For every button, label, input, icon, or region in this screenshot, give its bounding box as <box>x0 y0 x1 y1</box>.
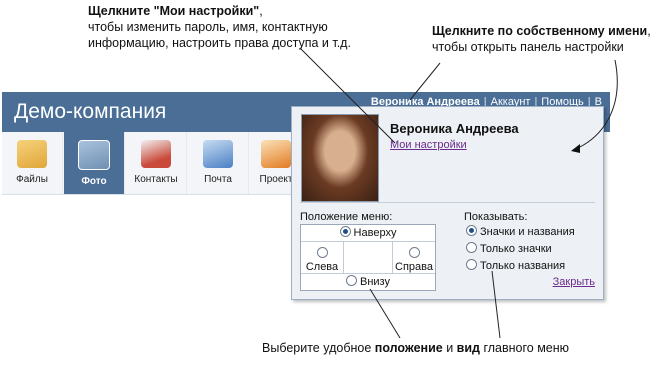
annotation-own-name: Щелкните по собственному имени, чтобы от… <box>432 23 662 55</box>
toolbar-item-contacts[interactable]: Контакты <box>126 132 187 194</box>
position-left-label: Слева <box>305 261 339 273</box>
show-option-label: Значки и названия <box>480 226 575 238</box>
annotation-bold-view: вид <box>456 341 480 355</box>
company-name: Демо-компания <box>14 100 167 123</box>
position-top-option[interactable]: Наверху <box>301 225 435 242</box>
position-top-label: Наверху <box>353 227 397 239</box>
position-right-label: Справа <box>395 261 433 273</box>
main-toolbar: Файлы Фото Контакты Почта Проект <box>2 132 303 195</box>
annotation-my-settings: Щелкните "Мои настройки", чтобы изменить… <box>88 3 398 51</box>
mail-icon <box>203 140 233 168</box>
toolbar-label: Почта <box>204 174 232 185</box>
toolbar-item-files[interactable]: Файлы <box>2 132 63 194</box>
position-bottom-option[interactable]: Внизу <box>301 273 435 290</box>
show-option-icons-only[interactable]: Только значки <box>466 242 552 255</box>
radio-selected-icon[interactable] <box>339 226 351 237</box>
radio-icon[interactable] <box>408 247 420 258</box>
radio-icon[interactable] <box>316 247 328 258</box>
panel-divider <box>300 202 595 203</box>
show-option-names-only[interactable]: Только названия <box>466 259 565 272</box>
contacts-icon <box>141 140 171 168</box>
calendar-icon <box>261 140 291 168</box>
show-option-icons-and-names[interactable]: Значки и названия <box>466 225 575 238</box>
radio-icon[interactable] <box>466 242 477 253</box>
toolbar-item-photo[interactable]: Фото <box>64 132 125 194</box>
annotation-text-1: Выберите удобное <box>262 341 375 355</box>
close-link[interactable]: Закрыть <box>553 276 595 288</box>
menu-position-label: Положение меню: <box>300 211 393 223</box>
annotation-bold-position: положение <box>374 341 443 355</box>
toolbar-label: Контакты <box>134 174 178 185</box>
annotation-own-name-bold: Щелкните по собственному имени <box>432 24 648 38</box>
photo-icon <box>78 140 110 170</box>
show-option-label: Только значки <box>480 243 552 255</box>
menu-position-grid: Наверху Слева Справа Внизу <box>300 224 436 291</box>
show-option-label: Только названия <box>480 260 566 272</box>
toolbar-item-mail[interactable]: Почта <box>188 132 249 194</box>
annotation-text-3: главного меню <box>479 341 570 355</box>
position-right-option[interactable]: Справа <box>392 242 435 273</box>
show-label: Показывать: <box>464 211 528 223</box>
annotation-menu-position: Выберите удобное положение и вид главног… <box>262 340 662 356</box>
radio-icon[interactable] <box>466 259 477 270</box>
panel-user-name: Вероника Андреева <box>390 121 519 136</box>
toolbar-label: Файлы <box>16 174 48 185</box>
annotation-my-settings-bold: Щелкните "Мои настройки" <box>88 4 260 18</box>
position-bottom-label: Внизу <box>360 276 390 288</box>
user-avatar <box>301 114 379 202</box>
folder-icon <box>17 140 47 168</box>
settings-panel: Вероника Андреева Мои настройки Положени… <box>291 106 604 300</box>
my-settings-link[interactable]: Мои настройки <box>390 139 467 151</box>
radio-icon[interactable] <box>346 275 357 286</box>
position-left-option[interactable]: Слева <box>301 242 344 273</box>
annotation-text-2: и <box>442 341 457 355</box>
radio-selected-icon[interactable] <box>466 225 477 236</box>
toolbar-label: Фото <box>81 176 107 187</box>
